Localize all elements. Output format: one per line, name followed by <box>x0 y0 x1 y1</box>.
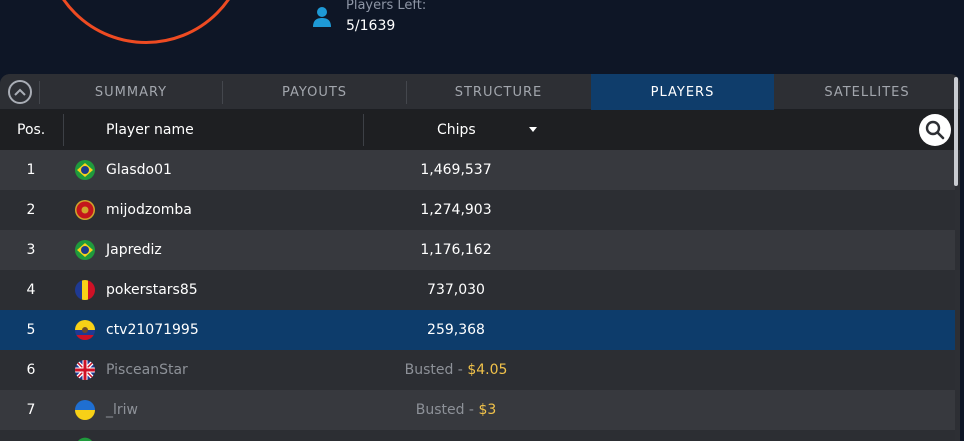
busted-label: Busted - <box>404 362 468 378</box>
column-separator <box>63 114 64 146</box>
player-chips: 737,030 <box>427 282 485 298</box>
search-icon <box>925 120 945 140</box>
montenegro-flag-icon <box>75 190 95 230</box>
tab-structure[interactable]: STRUCTURE <box>407 74 590 110</box>
chevron-up-icon <box>14 88 26 96</box>
column-header-pos[interactable]: Pos. <box>17 110 45 150</box>
player-name: ctv21071995 <box>106 322 199 338</box>
table-row-selected[interactable]: 5 ctv21071995 259,368 <box>0 310 955 350</box>
player-name: pokerstars85 <box>106 282 198 298</box>
search-button[interactable] <box>919 114 951 146</box>
tab-bar: SUMMARY PAYOUTS STRUCTURE PLAYERS SATELL… <box>0 74 960 110</box>
player-name: Glasdo01 <box>106 162 172 178</box>
player-busted: Busted - $3 <box>364 390 548 430</box>
table-row[interactable]: 3 Japrediz 1,176,162 <box>0 230 955 270</box>
player-chips: 259,368 <box>427 322 485 338</box>
player-chips: 1,176,162 <box>420 242 492 258</box>
tab-players[interactable]: PLAYERS <box>591 74 774 110</box>
column-separator <box>363 114 364 146</box>
ecuador-flag-icon <box>75 310 95 350</box>
payout-amount: $3 <box>478 402 497 418</box>
table-row[interactable]: 1 Glasdo01 1,469,537 <box>0 150 955 190</box>
tab-summary[interactable]: SUMMARY <box>40 74 222 110</box>
brazil-flag-icon <box>75 150 95 190</box>
player-chips: 1,274,903 <box>420 202 492 218</box>
row-pos: 2 <box>26 202 36 218</box>
timer-ring <box>44 0 248 44</box>
row-pos: 7 <box>26 402 36 418</box>
player-chips: 1,469,537 <box>420 162 492 178</box>
table-header: Pos. Player name Chips <box>0 110 960 150</box>
table-row[interactable]: 6 PisceanStar Busted - $4.05 <box>0 350 955 390</box>
busted-label: Busted - <box>415 402 479 418</box>
players-left-value: 5/1639 <box>346 18 396 34</box>
uk-flag-icon <box>75 350 95 390</box>
player-busted: Busted - $4.05 <box>364 350 548 390</box>
tab-payouts[interactable]: PAYOUTS <box>223 74 406 110</box>
player-name: mijodzomba <box>106 202 192 218</box>
panel-edge <box>960 74 964 441</box>
row-pos: 3 <box>26 242 36 258</box>
player-name: PisceanStar <box>106 362 188 378</box>
romania-flag-icon <box>75 270 95 310</box>
table-row[interactable]: 2 mijodzomba 1,274,903 <box>0 190 955 230</box>
row-pos: 5 <box>26 322 36 338</box>
ukraine-flag-icon <box>75 390 95 430</box>
brazil-flag-icon <box>75 230 95 270</box>
scrollbar-thumb[interactable] <box>954 77 958 186</box>
tab-satellites[interactable]: SATELLITES <box>774 74 960 110</box>
user-icon <box>313 7 331 27</box>
table-row-partial[interactable] <box>0 430 955 441</box>
column-header-chips[interactable]: Chips <box>437 110 476 150</box>
column-header-player[interactable]: Player name <box>106 110 194 150</box>
player-name: Japrediz <box>106 242 162 258</box>
row-pos: 6 <box>26 362 36 378</box>
table-row[interactable]: 4 pokerstars85 737,030 <box>0 270 955 310</box>
row-pos: 4 <box>26 282 36 298</box>
row-pos: 1 <box>26 162 36 178</box>
table-row[interactable]: 7 _lriw Busted - $3 <box>0 390 955 430</box>
sort-caret-icon[interactable] <box>529 127 537 132</box>
payout-amount: $4.05 <box>467 362 508 378</box>
collapse-button[interactable] <box>8 80 32 104</box>
partial-flag-icon <box>75 430 95 441</box>
players-left-label: Players Left: <box>346 0 427 13</box>
players-left-info: Players Left: 5/1639 <box>312 0 426 35</box>
player-name: _lriw <box>106 402 138 418</box>
tournament-header: Players Left: 5/1639 <box>0 0 964 74</box>
